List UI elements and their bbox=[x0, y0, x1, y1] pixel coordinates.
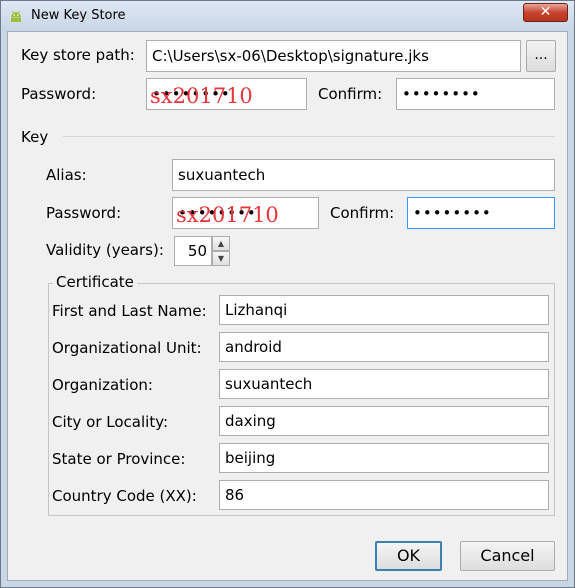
key-password-annotation: sx201710 bbox=[176, 203, 279, 227]
keystore-path-label: Key store path: bbox=[21, 46, 135, 64]
key-confirm-input[interactable]: •••••••• bbox=[407, 197, 555, 229]
cert-name-input[interactable]: Lizhanqi bbox=[219, 295, 549, 325]
certificate-group-title: Certificate bbox=[53, 273, 137, 291]
ok-button[interactable]: OK bbox=[375, 541, 442, 571]
validity-input[interactable]: 50 bbox=[174, 236, 212, 266]
keystore-password-label: Password: bbox=[21, 85, 97, 103]
cert-org-unit-label: Organizational Unit: bbox=[52, 339, 202, 357]
keystore-confirm-label: Confirm: bbox=[318, 85, 383, 103]
dialog-content: Key store path: C:\Users\sx-06\Desktop\s… bbox=[7, 31, 568, 581]
cert-country-label: Country Code (XX): bbox=[52, 487, 197, 505]
cert-state-input[interactable]: beijing bbox=[219, 443, 549, 473]
cert-name-label: First and Last Name: bbox=[52, 302, 207, 320]
cert-org-unit-input[interactable]: android bbox=[219, 332, 549, 362]
alias-label: Alias: bbox=[46, 166, 87, 184]
validity-label: Validity (years): bbox=[46, 241, 164, 259]
alias-input[interactable]: suxuantech bbox=[172, 159, 555, 191]
keystore-password-annotation: sx201710 bbox=[150, 84, 253, 108]
keystore-path-input[interactable]: C:\Users\sx-06\Desktop\signature.jks bbox=[146, 40, 521, 72]
key-separator bbox=[63, 136, 555, 137]
key-section-label: Key bbox=[21, 128, 49, 146]
browse-button[interactable]: ... bbox=[526, 40, 556, 72]
key-confirm-label: Confirm: bbox=[330, 204, 395, 222]
window-title: New Key Store bbox=[31, 8, 126, 23]
cert-org-label: Organization: bbox=[52, 376, 153, 394]
key-password-label: Password: bbox=[46, 204, 122, 222]
spin-down-icon[interactable]: ▼ bbox=[212, 251, 230, 266]
cert-org-input[interactable]: suxuantech bbox=[219, 369, 549, 399]
cert-city-input[interactable]: daxing bbox=[219, 406, 549, 436]
close-button[interactable]: ✕ bbox=[523, 3, 568, 22]
title-bar: New Key Store ✕ bbox=[1, 1, 574, 31]
cert-country-input[interactable]: 86 bbox=[219, 480, 549, 510]
cancel-button[interactable]: Cancel bbox=[460, 541, 555, 571]
keystore-confirm-input[interactable]: •••••••• bbox=[396, 78, 555, 110]
close-icon: ✕ bbox=[539, 4, 552, 20]
dialog-window: New Key Store ✕ Key store path: C:\Users… bbox=[0, 0, 575, 588]
android-icon bbox=[11, 10, 21, 22]
validity-stepper[interactable]: 50 ▲ ▼ bbox=[174, 236, 230, 266]
spin-up-icon[interactable]: ▲ bbox=[212, 236, 230, 251]
cert-city-label: City or Locality: bbox=[52, 413, 169, 431]
cert-state-label: State or Province: bbox=[52, 450, 186, 468]
